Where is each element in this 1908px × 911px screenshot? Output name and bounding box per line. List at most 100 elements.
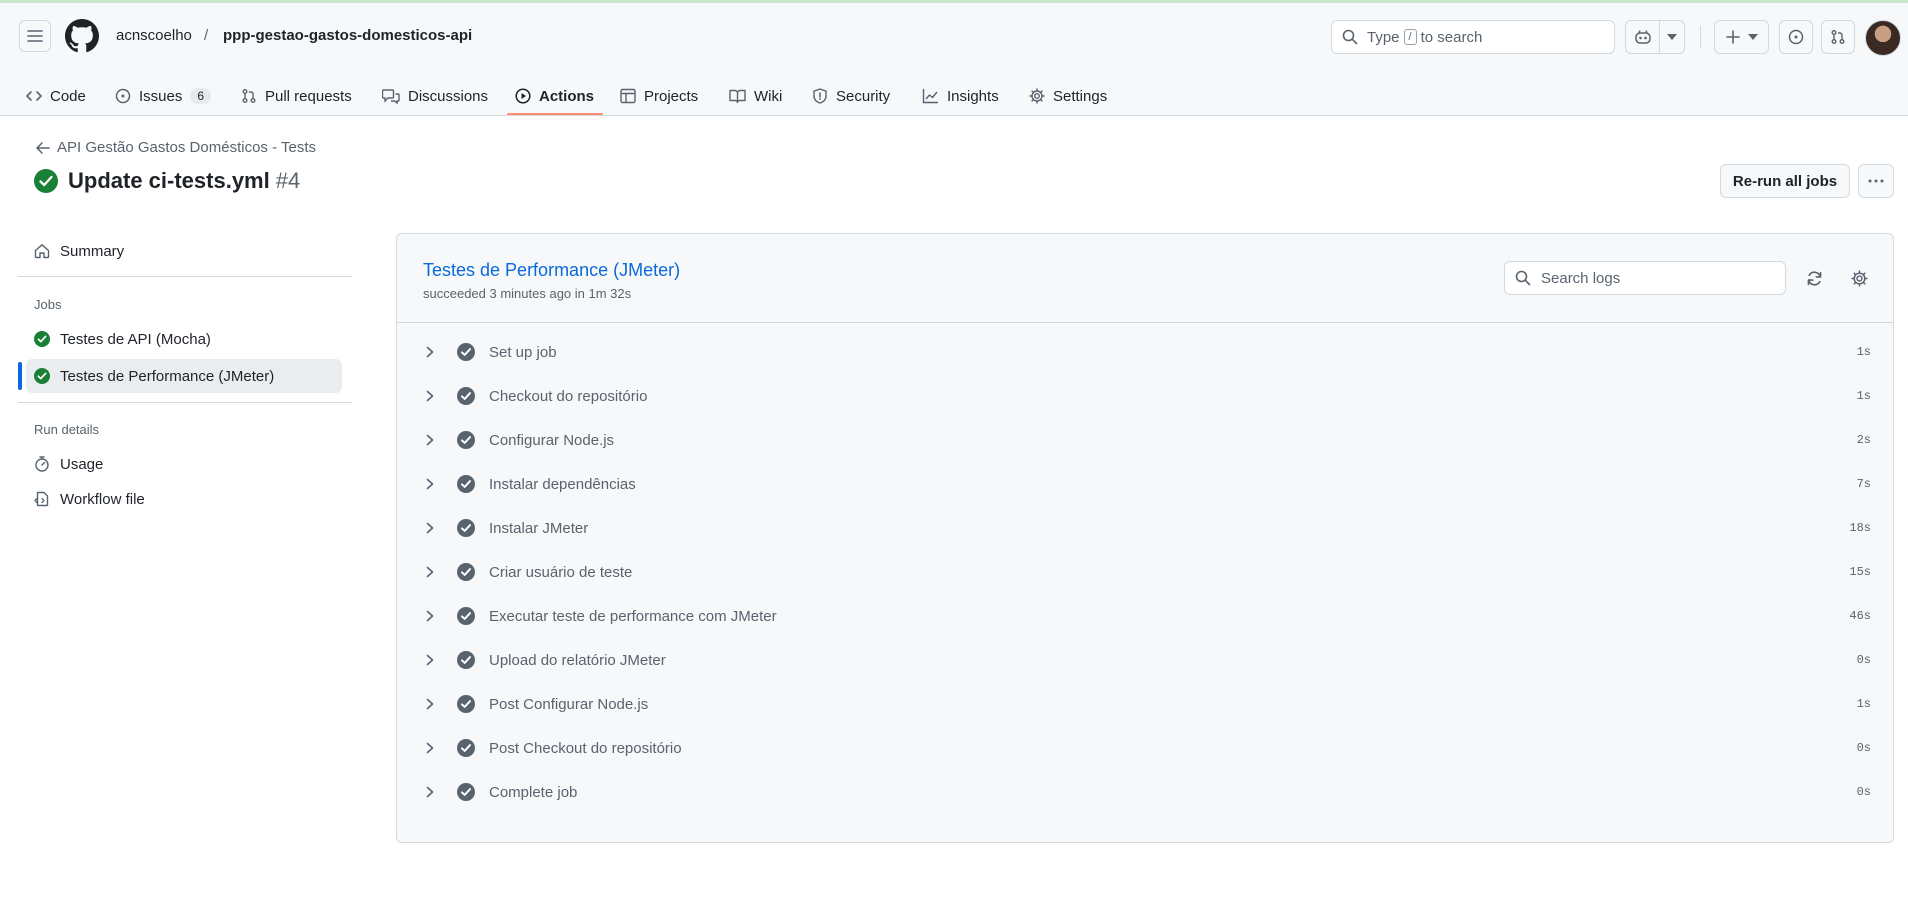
search-suffix: to search <box>1420 28 1483 46</box>
log-settings-button[interactable] <box>1844 263 1874 293</box>
repo-name-link[interactable]: ppp-gestao-gastos-domesticos-api <box>223 27 472 44</box>
sidebar-item-label: Usage <box>60 455 104 473</box>
check-circle-fill-icon <box>457 695 475 713</box>
issue-opened-icon <box>115 88 131 104</box>
file-code-icon <box>34 491 49 507</box>
refresh-logs-button[interactable] <box>1799 263 1829 293</box>
sidebar-job-jmeter[interactable]: Testes de Performance (JMeter) <box>26 359 342 393</box>
app-header: acnscoelho / ppp-gestao-gastos-domestico… <box>0 3 1908 116</box>
chevron-right-icon[interactable] <box>425 742 445 754</box>
triangle-down-icon <box>1747 34 1758 40</box>
github-logo-icon[interactable] <box>65 19 99 53</box>
search-logs-input[interactable]: Search logs <box>1504 261 1786 295</box>
step-name: Set up job <box>489 343 557 361</box>
comment-discussion-icon <box>382 89 400 104</box>
repo-owner-link[interactable]: acnscoelho <box>116 27 192 44</box>
chevron-right-icon[interactable] <box>425 654 445 666</box>
gear-icon <box>1850 269 1868 287</box>
tab-code[interactable]: Code <box>26 76 86 116</box>
run-title-text: Update ci-tests.yml <box>68 168 270 193</box>
step-duration: 18s <box>1849 521 1871 535</box>
sidebar-item-usage[interactable]: Usage <box>26 447 342 481</box>
chevron-right-icon[interactable] <box>425 346 445 358</box>
step-name: Post Configurar Node.js <box>489 695 649 713</box>
job-step[interactable]: Instalar dependências 7s <box>417 466 1877 502</box>
home-icon <box>34 244 50 259</box>
tab-settings[interactable]: Settings <box>1029 76 1107 116</box>
chevron-right-icon[interactable] <box>425 522 445 534</box>
tab-issues[interactable]: Issues 6 <box>115 76 212 116</box>
hamburger-menu-button[interactable] <box>19 20 51 52</box>
tab-label: Projects <box>644 87 699 105</box>
workflow-back-link[interactable]: API Gestão Gastos Domésticos - Tests <box>36 139 316 156</box>
more-actions-button[interactable] <box>1858 164 1894 198</box>
arrow-left-icon <box>36 141 50 154</box>
three-bars-icon <box>27 30 43 42</box>
issues-count-badge: 6 <box>190 88 212 104</box>
job-step[interactable]: Checkout do repositório 1s <box>417 378 1877 414</box>
step-duration: 1s <box>1856 697 1871 711</box>
kebab-horizontal-icon <box>1868 179 1884 183</box>
tab-insights[interactable]: Insights <box>922 76 999 116</box>
tab-security[interactable]: Security <box>812 76 890 116</box>
chevron-right-icon[interactable] <box>425 566 445 578</box>
check-circle-fill-icon <box>457 651 475 669</box>
job-step[interactable]: Set up job 1s <box>417 334 1877 370</box>
run-details-heading: Run details <box>34 422 100 437</box>
chevron-right-icon[interactable] <box>425 786 445 798</box>
workflow-name: API Gestão Gastos Domésticos - Tests <box>57 139 316 156</box>
pull-requests-button[interactable] <box>1821 20 1855 54</box>
check-circle-fill-icon <box>457 783 475 801</box>
search-icon <box>1515 270 1531 286</box>
repo-nav-tabs: Code Issues 6 Pull requests Discussions … <box>0 76 1908 116</box>
chevron-right-icon[interactable] <box>425 698 445 710</box>
step-duration: 1s <box>1856 389 1871 403</box>
copilot-button[interactable] <box>1625 20 1685 54</box>
tab-projects[interactable]: Projects <box>620 76 698 116</box>
step-duration: 15s <box>1849 565 1871 579</box>
git-pull-request-icon <box>242 89 256 103</box>
step-duration: 0s <box>1856 785 1871 799</box>
chevron-right-icon[interactable] <box>425 434 445 446</box>
job-title[interactable]: Testes de Performance (JMeter) <box>423 260 680 281</box>
check-circle-fill-icon <box>457 431 475 449</box>
tab-label: Insights <box>947 87 999 105</box>
book-icon <box>729 89 746 104</box>
sidebar-item-summary[interactable]: Summary <box>26 234 342 268</box>
job-step[interactable]: Executar teste de performance com JMeter… <box>417 598 1877 634</box>
tab-pull-requests[interactable]: Pull requests <box>241 76 352 116</box>
job-step[interactable]: Post Checkout do repositório 0s <box>417 730 1877 766</box>
tab-label: Code <box>50 87 86 105</box>
rerun-all-jobs-button[interactable]: Re-run all jobs <box>1720 164 1850 198</box>
tab-wiki[interactable]: Wiki <box>729 76 782 116</box>
job-step[interactable]: Criar usuário de teste 15s <box>417 554 1877 590</box>
chevron-right-icon[interactable] <box>425 478 445 490</box>
sidebar-item-workflow-file[interactable]: Workflow file <box>26 482 342 516</box>
shield-icon <box>813 88 827 104</box>
run-title: Update ci-tests.yml #4 <box>34 168 300 194</box>
active-tab-indicator <box>507 113 603 115</box>
tab-actions[interactable]: Actions <box>515 76 594 116</box>
job-step[interactable]: Post Configurar Node.js 1s <box>417 686 1877 722</box>
sidebar-job-mocha[interactable]: Testes de API (Mocha) <box>26 322 342 356</box>
step-duration: 1s <box>1856 345 1871 359</box>
create-new-button[interactable] <box>1714 20 1769 54</box>
chevron-right-icon[interactable] <box>425 390 445 402</box>
job-step[interactable]: Complete job 0s <box>417 774 1877 810</box>
chevron-right-icon[interactable] <box>425 610 445 622</box>
job-step[interactable]: Configurar Node.js 2s <box>417 422 1877 458</box>
user-avatar[interactable] <box>1865 20 1901 56</box>
header-divider <box>1700 26 1701 48</box>
search-icon <box>1342 29 1358 45</box>
tab-label: Settings <box>1053 87 1108 105</box>
tab-label: Pull requests <box>265 87 352 105</box>
global-search-input[interactable]: Type / to search <box>1331 20 1615 54</box>
tab-discussions[interactable]: Discussions <box>382 76 488 116</box>
step-duration: 7s <box>1856 477 1871 491</box>
breadcrumb-separator: / <box>204 27 209 44</box>
step-name: Criar usuário de teste <box>489 563 633 581</box>
job-step[interactable]: Instalar JMeter 18s <box>417 510 1877 546</box>
step-name: Executar teste de performance com JMeter <box>489 607 777 625</box>
job-step[interactable]: Upload do relatório JMeter 0s <box>417 642 1877 678</box>
issues-button[interactable] <box>1779 20 1813 54</box>
